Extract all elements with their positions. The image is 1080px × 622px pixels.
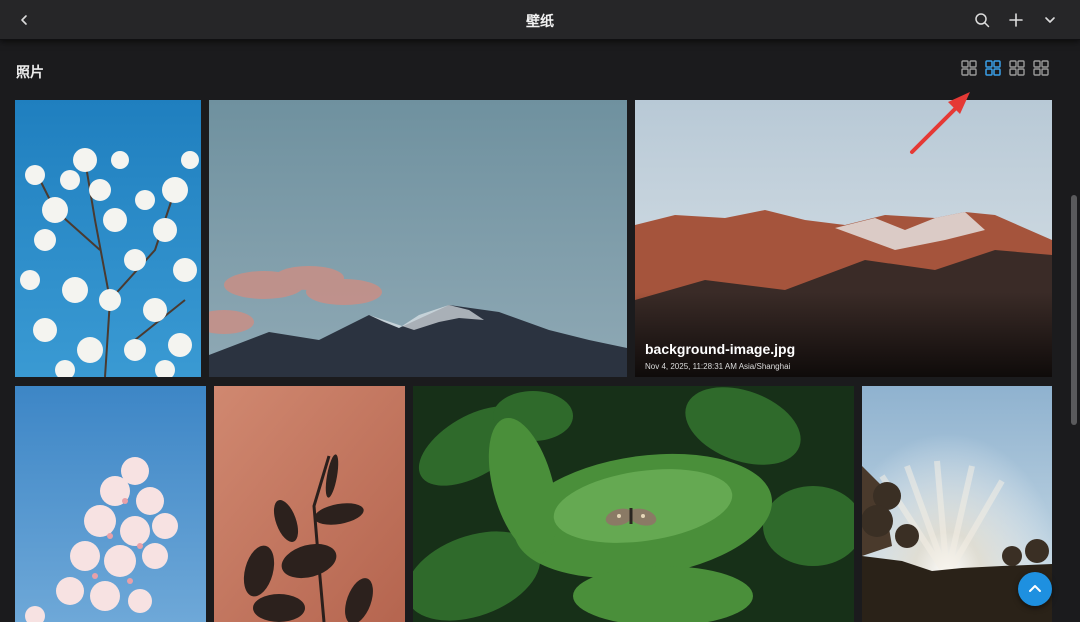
photo-white-blossom[interactable] [15, 100, 201, 377]
photo-butterfly-leaves[interactable] [413, 386, 854, 622]
search-icon [975, 13, 990, 28]
annotation-arrow [910, 92, 970, 154]
view-mode-large-grid[interactable] [960, 59, 978, 77]
mountain-photo [209, 100, 627, 377]
more-menu-button[interactable] [1040, 10, 1060, 30]
chevron-down-icon [1045, 17, 1055, 23]
photo-leaf-silhouette[interactable] [214, 386, 405, 622]
grid-view-icon [1033, 60, 1049, 76]
blossom-photo [15, 100, 201, 377]
chevron-up-icon [1029, 585, 1041, 592]
plus-icon [1009, 13, 1023, 27]
window-title: 壁纸 [526, 14, 554, 30]
photo-moon-mountains[interactable] [209, 100, 627, 377]
scrollbar-thumb[interactable] [1071, 195, 1077, 425]
photo-featured-mountains[interactable]: background-image.jpg Nov 4, 2025, 11:28:… [635, 100, 1052, 377]
photo-meta: Nov 4, 2025, 11:28:31 AM Asia/Shanghai [645, 362, 791, 371]
add-button[interactable] [1006, 10, 1026, 30]
view-mode-small-grid[interactable] [1032, 59, 1050, 77]
section-title: 照片 [16, 65, 44, 81]
pink-blossom-photo [15, 386, 206, 622]
leaf-silhouette-photo [214, 386, 405, 622]
view-mode-masonry[interactable] [984, 59, 1002, 77]
photo-name: background-image.jpg [645, 341, 796, 357]
grid-view-icon [961, 60, 977, 76]
grid-view-icon [1009, 60, 1025, 76]
photo-caption: background-image.jpg Nov 4, 2025, 11:28:… [645, 341, 795, 371]
top-bar: 壁纸 [0, 0, 1080, 40]
photo-pink-blossom[interactable] [15, 386, 206, 622]
butterfly-photo [413, 386, 854, 622]
search-button[interactable] [972, 10, 992, 30]
scroll-to-top-button[interactable] [1018, 572, 1052, 606]
grid-view-icon [985, 60, 1001, 76]
view-mode-medium-grid[interactable] [1008, 59, 1026, 77]
